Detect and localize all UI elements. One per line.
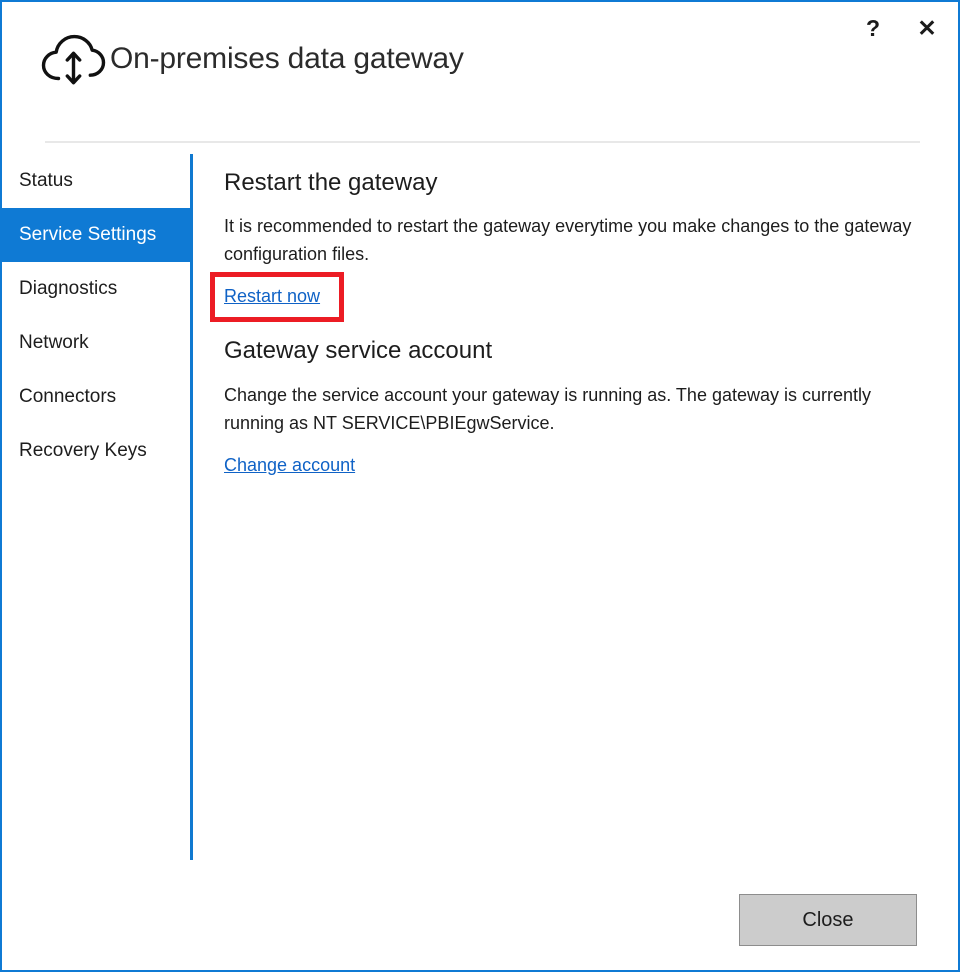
sidebar-item-connectors[interactable]: Connectors: [2, 370, 190, 424]
sidebar-item-label: Diagnostics: [19, 278, 117, 300]
app-brand: On-premises data gateway: [40, 30, 464, 88]
sidebar-item-recovery-keys[interactable]: Recovery Keys: [2, 424, 190, 478]
restart-now-row: Restart now: [224, 286, 924, 307]
sidebar-item-network[interactable]: Network: [2, 316, 190, 370]
restart-gateway-section: Restart the gateway It is recommended to…: [224, 154, 924, 307]
close-icon[interactable]: ✕: [910, 12, 944, 44]
sidebar-item-label: Service Settings: [19, 224, 156, 246]
gateway-service-account-section: Gateway service account Change the servi…: [224, 335, 924, 476]
sidebar-item-label: Recovery Keys: [19, 440, 147, 462]
cloud-updown-arrow-icon: [40, 30, 106, 88]
window-controls: ? ✕: [856, 12, 944, 44]
restart-now-link[interactable]: Restart now: [224, 286, 320, 307]
restart-gateway-description: It is recommended to restart the gateway…: [224, 212, 918, 268]
titlebar: ? ✕ On-premises data gateway: [2, 2, 958, 112]
change-account-row: Change account: [224, 455, 924, 476]
change-account-link[interactable]: Change account: [224, 455, 355, 476]
footer: Close: [2, 870, 958, 970]
app-title: On-premises data gateway: [106, 42, 464, 76]
body-area: Status Service Settings Diagnostics Netw…: [2, 154, 958, 870]
restart-gateway-heading: Restart the gateway: [224, 154, 924, 198]
sidebar-item-label: Status: [19, 170, 73, 192]
sidebar-item-diagnostics[interactable]: Diagnostics: [2, 262, 190, 316]
header-divider: [45, 141, 920, 143]
close-button[interactable]: Close: [739, 894, 917, 946]
gateway-service-account-heading: Gateway service account: [224, 335, 924, 367]
gateway-service-account-description: Change the service account your gateway …: [224, 381, 918, 437]
help-icon[interactable]: ?: [856, 12, 890, 44]
sidebar: Status Service Settings Diagnostics Netw…: [2, 154, 190, 478]
sidebar-item-label: Connectors: [19, 386, 116, 408]
main-content: Restart the gateway It is recommended to…: [224, 154, 924, 476]
sidebar-divider: [190, 154, 193, 860]
sidebar-item-label: Network: [19, 332, 89, 354]
sidebar-item-service-settings[interactable]: Service Settings: [2, 208, 190, 262]
gateway-window: ? ✕ On-premises data gateway Status Serv…: [0, 0, 960, 972]
sidebar-item-status[interactable]: Status: [2, 154, 190, 208]
